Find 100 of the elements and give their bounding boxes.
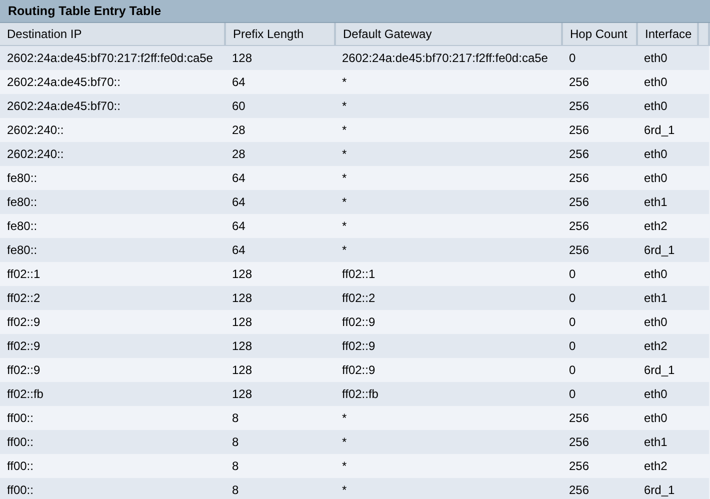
column-header[interactable]: Prefix Length <box>225 23 335 46</box>
table-cell: ff02::9 <box>0 310 225 334</box>
table-cell: 256 <box>562 190 637 214</box>
table-cell: eth1 <box>637 430 698 454</box>
column-header[interactable]: Destination IP <box>0 23 225 46</box>
table-cell: 2602:240:: <box>0 118 225 142</box>
table-cell: 2602:24a:de45:bf70:217:f2ff:fe0d:ca5e <box>335 46 562 70</box>
table-cell: ff02::1 <box>335 262 562 286</box>
table-cell: ff02::9 <box>335 310 562 334</box>
table-cell: fe80:: <box>0 166 225 190</box>
table-cell: 64 <box>225 70 335 94</box>
table-cell: * <box>335 478 562 499</box>
table-cell: ff02::9 <box>335 358 562 382</box>
table-cell: 2602:24a:de45:bf70:: <box>0 70 225 94</box>
table-cell: 64 <box>225 238 335 262</box>
table-cell: fe80:: <box>0 238 225 262</box>
table-cell: eth1 <box>637 190 698 214</box>
table-cell: ff02::9 <box>0 334 225 358</box>
table-cell: 2602:24a:de45:bf70:217:f2ff:fe0d:ca5e <box>0 46 225 70</box>
table-cell: 8 <box>225 430 335 454</box>
table-cell: eth0 <box>637 70 698 94</box>
table-cell: eth0 <box>637 382 698 406</box>
table-cell: 256 <box>562 478 637 499</box>
table-cell: 128 <box>225 46 335 70</box>
column-header[interactable]: Default Gateway <box>335 23 562 46</box>
table-cell: 256 <box>562 454 637 478</box>
table-cell: * <box>335 214 562 238</box>
table-cell: eth2 <box>637 454 698 478</box>
table-cell: 256 <box>562 142 637 166</box>
table-cell: 256 <box>562 406 637 430</box>
table-cell: ff00:: <box>0 430 225 454</box>
table-cell: ff02::2 <box>335 286 562 310</box>
table-cell: 128 <box>225 334 335 358</box>
column-header[interactable]: Interface <box>637 23 698 46</box>
table-cell: 2602:24a:de45:bf70:: <box>0 94 225 118</box>
table-cell: * <box>335 118 562 142</box>
table-cell: 28 <box>225 118 335 142</box>
table-cell: 0 <box>562 358 637 382</box>
table-cell: 256 <box>562 214 637 238</box>
table-cell: fe80:: <box>0 190 225 214</box>
table-cell: eth2 <box>637 334 698 358</box>
table-cell: 6rd_1 <box>637 358 698 382</box>
table-cell: ff00:: <box>0 478 225 499</box>
table-cell: 128 <box>225 262 335 286</box>
table-cell: eth1 <box>637 286 698 310</box>
table-cell: eth0 <box>637 46 698 70</box>
table-title: Routing Table Entry Table <box>0 0 710 23</box>
table-cell: ff02::fb <box>335 382 562 406</box>
table-cell: 256 <box>562 94 637 118</box>
table-cell: 2602:240:: <box>0 142 225 166</box>
table-cell: 256 <box>562 70 637 94</box>
table-cell: eth0 <box>637 406 698 430</box>
table-cell: 0 <box>562 310 637 334</box>
table-cell: ff00:: <box>0 406 225 430</box>
table-cell: 0 <box>562 382 637 406</box>
table-cell: eth0 <box>637 142 698 166</box>
table-cell: 0 <box>562 46 637 70</box>
table-cell: ff02::1 <box>0 262 225 286</box>
table-cell: 6rd_1 <box>637 478 698 499</box>
table-cell: 64 <box>225 166 335 190</box>
table-cell: 0 <box>562 286 637 310</box>
table-cell: ff02::fb <box>0 382 225 406</box>
table-cell: 128 <box>225 286 335 310</box>
table-cell: eth0 <box>637 262 698 286</box>
table-cell: 8 <box>225 454 335 478</box>
table-cell: 128 <box>225 382 335 406</box>
table-cell: * <box>335 142 562 166</box>
table-cell: 0 <box>562 262 637 286</box>
table-cell: 6rd_1 <box>637 238 698 262</box>
table-cell: * <box>335 454 562 478</box>
table-cell: * <box>335 94 562 118</box>
table-cell: 128 <box>225 310 335 334</box>
table-cell: ff00:: <box>0 454 225 478</box>
table-cell: * <box>335 70 562 94</box>
table-cell: 128 <box>225 358 335 382</box>
table-cell: 256 <box>562 430 637 454</box>
table-cell: * <box>335 238 562 262</box>
table-cell: eth2 <box>637 214 698 238</box>
table-cell: 256 <box>562 118 637 142</box>
table-cell: ff02::9 <box>0 358 225 382</box>
table-cell: 64 <box>225 214 335 238</box>
table-cell: eth0 <box>637 310 698 334</box>
table-cell: ff02::9 <box>335 334 562 358</box>
table-cell: 8 <box>225 478 335 499</box>
table-cell: fe80:: <box>0 214 225 238</box>
table-cell: 256 <box>562 238 637 262</box>
table-cell: * <box>335 430 562 454</box>
table-cell: ff02::2 <box>0 286 225 310</box>
table-cell: 0 <box>562 334 637 358</box>
table-cell: 6rd_1 <box>637 118 698 142</box>
table-cell: 64 <box>225 190 335 214</box>
column-header[interactable]: Hop Count <box>562 23 637 46</box>
table-cell: 28 <box>225 142 335 166</box>
table-cell: 8 <box>225 406 335 430</box>
table-cell: * <box>335 190 562 214</box>
table-cell: * <box>335 406 562 430</box>
table-cell: eth0 <box>637 166 698 190</box>
table-cell: 256 <box>562 166 637 190</box>
table-cell: eth0 <box>637 94 698 118</box>
table-cell: 60 <box>225 94 335 118</box>
